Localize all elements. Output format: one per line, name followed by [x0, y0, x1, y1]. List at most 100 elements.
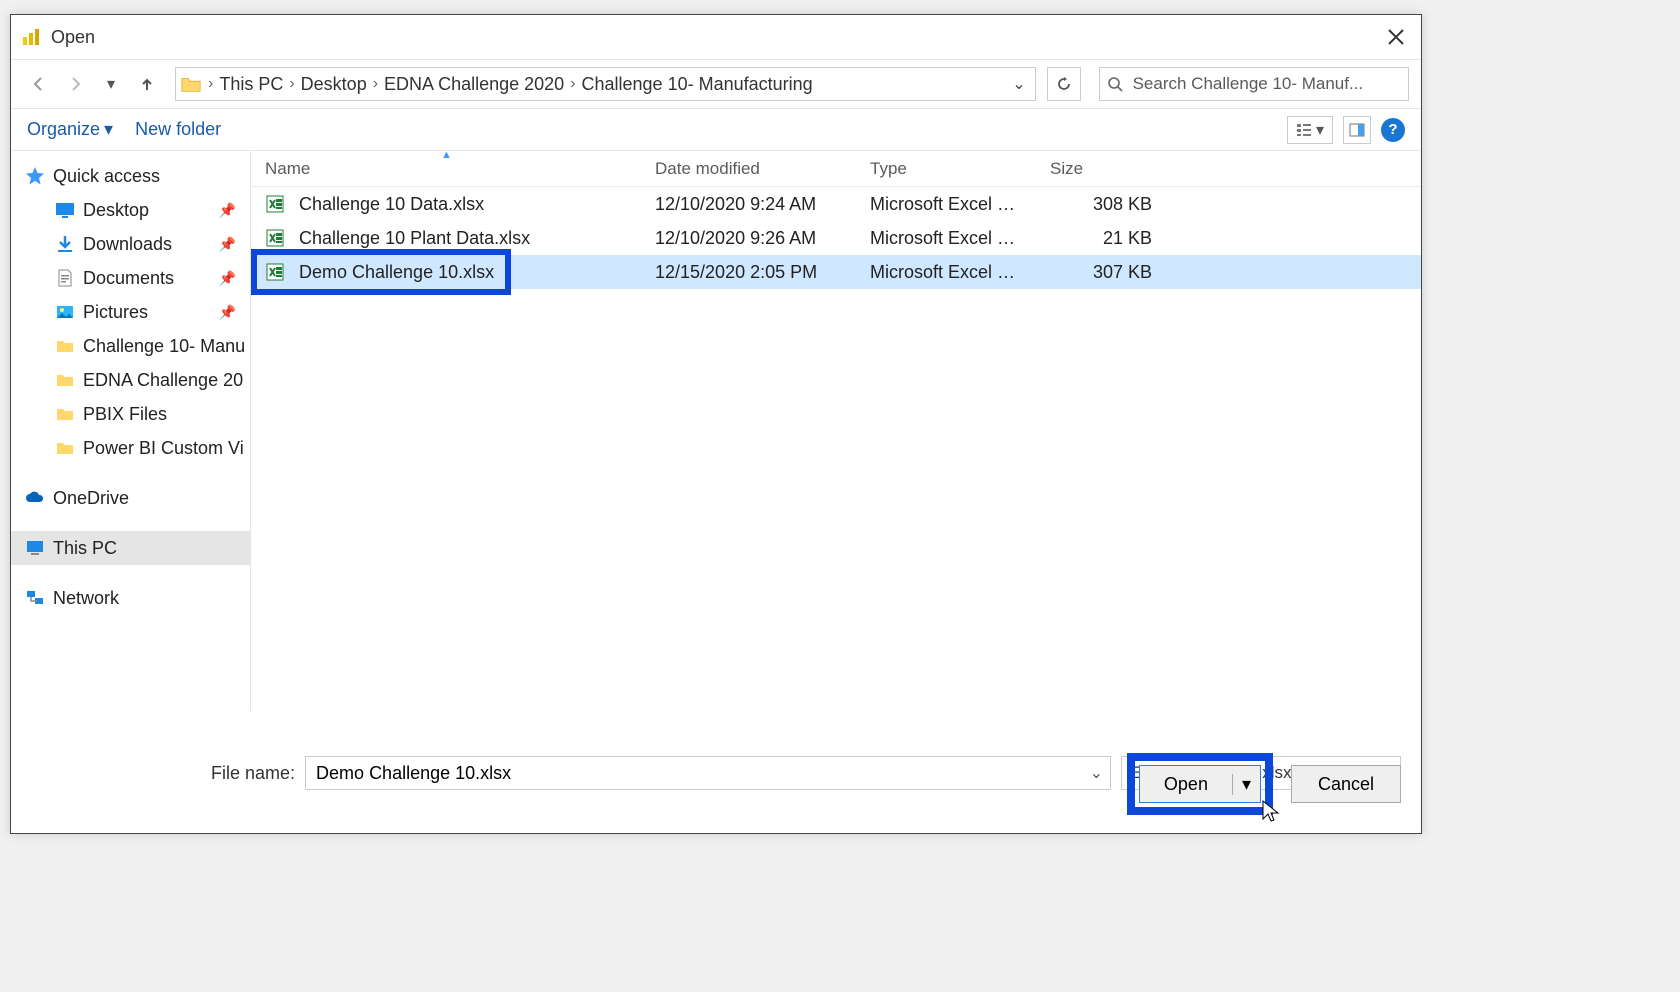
toolbar: Organize ▾ New folder ▾ ? [11, 109, 1421, 151]
pin-icon: 📌 [219, 236, 236, 253]
col-label: Size [1050, 159, 1083, 179]
file-row[interactable]: Challenge 10 Plant Data.xlsx 12/10/2020 … [251, 221, 1421, 255]
close-button[interactable] [1371, 15, 1421, 59]
newfolder-button[interactable]: New folder [135, 119, 221, 140]
file-size: 307 KB [1036, 262, 1166, 283]
sidebar-item-folder[interactable]: PBIX Files [11, 397, 250, 431]
dialog-body: Quick access Desktop📌 Downloads 📌 Documen… [11, 151, 1421, 711]
open-label: Open [1140, 774, 1232, 795]
forward-button[interactable] [59, 68, 91, 100]
address-dropdown[interactable]: ⌄ [1007, 74, 1031, 94]
organize-button[interactable]: Organize ▾ [27, 119, 113, 140]
breadcrumb-thispc[interactable]: This PC [213, 74, 289, 95]
open-highlight: Open ▾ [1127, 753, 1273, 815]
preview-pane-button[interactable] [1343, 116, 1371, 144]
file-name: Challenge 10 Data.xlsx [299, 194, 484, 215]
chevron-down-icon: ▾ [104, 119, 113, 140]
sidebar-label: This PC [53, 538, 117, 559]
col-type[interactable]: Type [856, 159, 1036, 179]
file-list: Name ▲ Date modified Type Size Challenge… [251, 151, 1421, 711]
excel-icon [265, 262, 285, 282]
powerbi-icon [21, 27, 41, 47]
onedrive-icon [25, 488, 45, 508]
search-input[interactable] [1131, 73, 1408, 95]
sidebar-label: Network [53, 588, 119, 609]
pin-icon: 📌 [219, 304, 236, 321]
col-label: Type [870, 159, 907, 179]
sidebar-network[interactable]: Network [11, 581, 250, 615]
file-type: Microsoft Excel W... [856, 228, 1036, 249]
address-bar[interactable]: › This PC › Desktop › EDNA Challenge 202… [175, 67, 1036, 101]
sidebar-label: Challenge 10- Manu [83, 336, 245, 357]
organize-label: Organize [27, 119, 100, 140]
button-row: Open ▾ Cancel [1127, 753, 1401, 815]
sort-asc-icon: ▲ [441, 151, 452, 161]
pin-icon: 📌 [219, 270, 236, 287]
col-size[interactable]: Size [1036, 159, 1166, 179]
sidebar-item-downloads[interactable]: Downloads 📌 [11, 227, 250, 261]
file-header: Name ▲ Date modified Type Size [251, 151, 1421, 187]
downloads-icon [55, 234, 75, 254]
pictures-icon [55, 302, 75, 322]
sidebar-onedrive[interactable]: OneDrive [11, 481, 250, 515]
folder-icon [180, 73, 202, 95]
file-row[interactable]: Challenge 10 Data.xlsx 12/10/2020 9:24 A… [251, 187, 1421, 221]
documents-icon [55, 268, 75, 288]
cancel-label: Cancel [1318, 774, 1374, 795]
sidebar-item-documents[interactable]: Documents📌 [11, 261, 250, 295]
breadcrumb-desktop[interactable]: Desktop [295, 74, 373, 95]
file-type: Microsoft Excel W... [856, 262, 1036, 283]
col-name[interactable]: Name ▲ [251, 159, 641, 179]
view-button[interactable]: ▾ [1287, 116, 1333, 144]
folder-icon [55, 404, 75, 424]
search-box[interactable] [1099, 67, 1409, 101]
open-dropdown[interactable]: ▾ [1232, 774, 1260, 795]
recent-dropdown[interactable]: ▾ [95, 68, 127, 100]
col-label: Date modified [655, 159, 760, 179]
sidebar-quick-access[interactable]: Quick access [11, 159, 250, 193]
cancel-button[interactable]: Cancel [1291, 765, 1401, 803]
sidebar-item-folder[interactable]: Power BI Custom Vi [11, 431, 250, 465]
sidebar-item-pictures[interactable]: Pictures 📌 [11, 295, 250, 329]
up-button[interactable] [131, 68, 163, 100]
pin-icon: 📌 [219, 202, 236, 219]
col-date[interactable]: Date modified [641, 159, 856, 179]
filename-label: File name: [211, 763, 295, 784]
breadcrumb-edna[interactable]: EDNA Challenge 2020 [378, 74, 570, 95]
file-size: 21 KB [1036, 228, 1166, 249]
filename-input[interactable] [305, 756, 1111, 790]
folder-icon [55, 336, 75, 356]
excel-icon [265, 228, 285, 248]
sidebar-item-folder[interactable]: Challenge 10- Manu [11, 329, 250, 363]
sidebar-item-folder[interactable]: EDNA Challenge 20 [11, 363, 250, 397]
dialog-title: Open [51, 27, 1371, 48]
sidebar-label: OneDrive [53, 488, 129, 509]
sidebar-label: Quick access [53, 166, 160, 187]
breadcrumb-challenge10[interactable]: Challenge 10- Manufacturing [576, 74, 819, 95]
sidebar-label: PBIX Files [83, 404, 167, 425]
file-type: Microsoft Excel W... [856, 194, 1036, 215]
excel-icon [265, 194, 285, 214]
help-button[interactable]: ? [1381, 118, 1405, 142]
sidebar-thispc[interactable]: This PC [11, 531, 250, 565]
thispc-icon [25, 538, 45, 558]
refresh-button[interactable] [1047, 67, 1081, 101]
desktop-icon [55, 200, 75, 220]
sidebar-item-desktop[interactable]: Desktop📌 [11, 193, 250, 227]
sidebar-label: Downloads [83, 234, 172, 255]
col-label: Name [265, 159, 310, 179]
nav-row: ▾ › This PC › Desktop › EDNA Challenge 2… [11, 59, 1421, 109]
open-button[interactable]: Open ▾ [1139, 765, 1261, 803]
titlebar: Open [11, 15, 1421, 59]
back-button[interactable] [23, 68, 55, 100]
star-icon [25, 166, 45, 186]
file-name: Demo Challenge 10.xlsx [299, 262, 494, 283]
file-date: 12/15/2020 2:05 PM [641, 262, 856, 283]
folder-icon [55, 438, 75, 458]
chevron-down-icon[interactable]: ⌄ [1090, 763, 1103, 783]
file-name: Challenge 10 Plant Data.xlsx [299, 228, 530, 249]
sidebar-label: Pictures [83, 302, 148, 323]
folder-icon [55, 370, 75, 390]
file-row[interactable]: Demo Challenge 10.xlsx 12/15/2020 2:05 P… [251, 255, 1421, 289]
sidebar-label: EDNA Challenge 20 [83, 370, 243, 391]
